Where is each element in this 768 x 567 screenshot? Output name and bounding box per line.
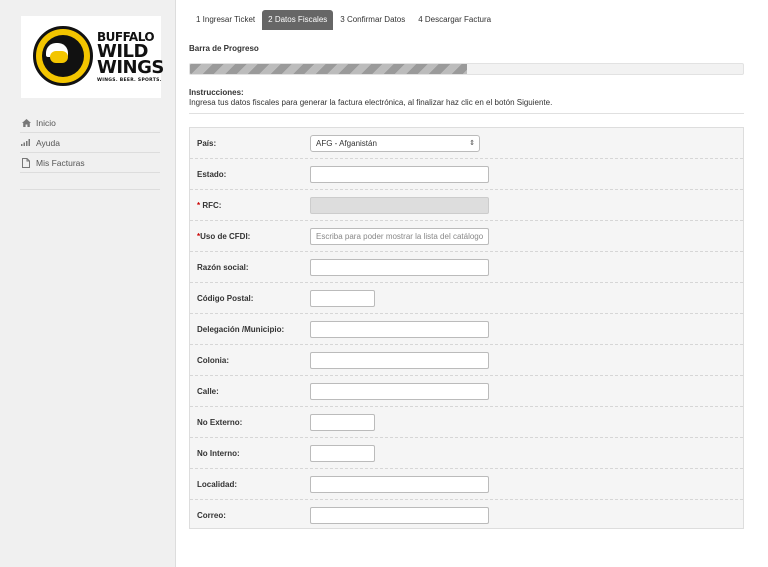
razon-social-label: Razón social: [197,263,249,272]
sidebar: BUFFALO WILD WINGS WINGS. BEER. SPORTS. … [0,0,174,567]
brand-logo[interactable]: BUFFALO WILD WINGS WINGS. BEER. SPORTS. [21,16,164,98]
localidad-input[interactable] [310,476,489,493]
progress-label: Barra de Progreso [189,44,259,53]
rfc-label: * RFC: [197,190,221,221]
rfc-input [310,197,489,214]
home-icon [20,118,32,127]
instructions-text: Ingresa tus datos fiscales para generar … [189,98,553,107]
calle-label: Calle: [197,387,219,396]
pais-select[interactable]: AFG - Afganistán ⇕ [310,135,480,152]
sidebar-item-mis-facturas[interactable]: Mis Facturas [20,153,160,173]
form-row-estado: Estado: [190,159,743,190]
instructions-divider [189,113,744,114]
estado-label: Estado: [197,170,227,179]
form-row-colonia: Colonia: [190,345,743,376]
progress-bar [189,63,744,75]
logo-line-3: WINGS [97,57,164,78]
logo-tagline: WINGS. BEER. SPORTS. [97,78,162,83]
razon-social-input[interactable] [310,259,489,276]
uso-cfdi-input[interactable] [310,228,489,245]
uso-cfdi-label-text: Uso de CFDI: [200,232,251,241]
no-externo-label: No Externo: [197,418,243,427]
form-row-razon-social: Razón social: [190,252,743,283]
main-panel: 1 Ingresar Ticket 2 Datos Fiscales 3 Con… [175,0,768,567]
correo-input[interactable] [310,507,489,524]
sidebar-item-inicio[interactable]: Inicio [20,113,160,133]
sidebar-divider [20,189,160,190]
form-row-delegacion: Delegación /Municipio: [190,314,743,345]
tab-datos-fiscales[interactable]: 2 Datos Fiscales [262,10,334,30]
delegacion-label: Delegación /Municipio: [197,325,285,334]
colonia-label: Colonia: [197,356,229,365]
tab-descargar-factura[interactable]: 4 Descargar Factura [412,10,497,30]
form-row-correo: Correo: [190,500,743,531]
select-arrows-icon: ⇕ [469,140,475,147]
form-row-no-externo: No Externo: [190,407,743,438]
no-interno-input[interactable] [310,445,375,462]
form-row-localidad: Localidad: [190,469,743,500]
fiscal-data-form: País: AFG - Afganistán ⇕ Estado: * RFC: … [189,127,744,529]
delegacion-input[interactable] [310,321,489,338]
no-externo-input[interactable] [310,414,375,431]
sidebar-item-label: Mis Facturas [36,157,85,168]
wizard-tabs: 1 Ingresar Ticket 2 Datos Fiscales 3 Con… [190,10,498,30]
correo-label: Correo: [197,511,226,520]
sidebar-item-ayuda[interactable]: Ayuda [20,133,160,153]
form-row-codigo-postal: Código Postal: [190,283,743,314]
instructions-title: Instrucciones: [189,88,244,97]
pais-select-value: AFG - Afganistán [316,139,377,148]
form-row-pais: País: AFG - Afganistán ⇕ [190,128,743,159]
progress-bar-fill [190,64,467,74]
form-row-calle: Calle: [190,376,743,407]
colonia-input[interactable] [310,352,489,369]
document-icon [20,157,32,168]
codigo-postal-input[interactable] [310,290,375,307]
codigo-postal-label: Código Postal: [197,294,254,303]
sidebar-item-label: Ayuda [36,137,60,148]
buffalo-emblem-icon [33,26,93,86]
form-row-no-interno: No Interno: [190,438,743,469]
required-mark: * [197,201,201,210]
uso-cfdi-label: *Uso de CFDI: [197,221,250,252]
form-row-uso-cfdi: *Uso de CFDI: [190,221,743,252]
estado-input[interactable] [310,166,489,183]
sidebar-item-label: Inicio [36,117,56,128]
calle-input[interactable] [310,383,489,400]
brand-wordmark: BUFFALO WILD WINGS WINGS. BEER. SPORTS. [97,30,164,84]
pais-label: País: [197,139,217,148]
tab-ingresar-ticket[interactable]: 1 Ingresar Ticket [190,10,261,30]
rfc-label-text: RFC: [202,201,222,210]
tab-confirmar-datos[interactable]: 3 Confirmar Datos [334,10,411,30]
form-row-rfc: * RFC: [190,190,743,221]
signal-bars-icon [20,139,32,146]
no-interno-label: No Interno: [197,449,240,458]
localidad-label: Localidad: [197,480,238,489]
sidebar-nav: Inicio Ayuda Mis Facturas [20,113,160,173]
